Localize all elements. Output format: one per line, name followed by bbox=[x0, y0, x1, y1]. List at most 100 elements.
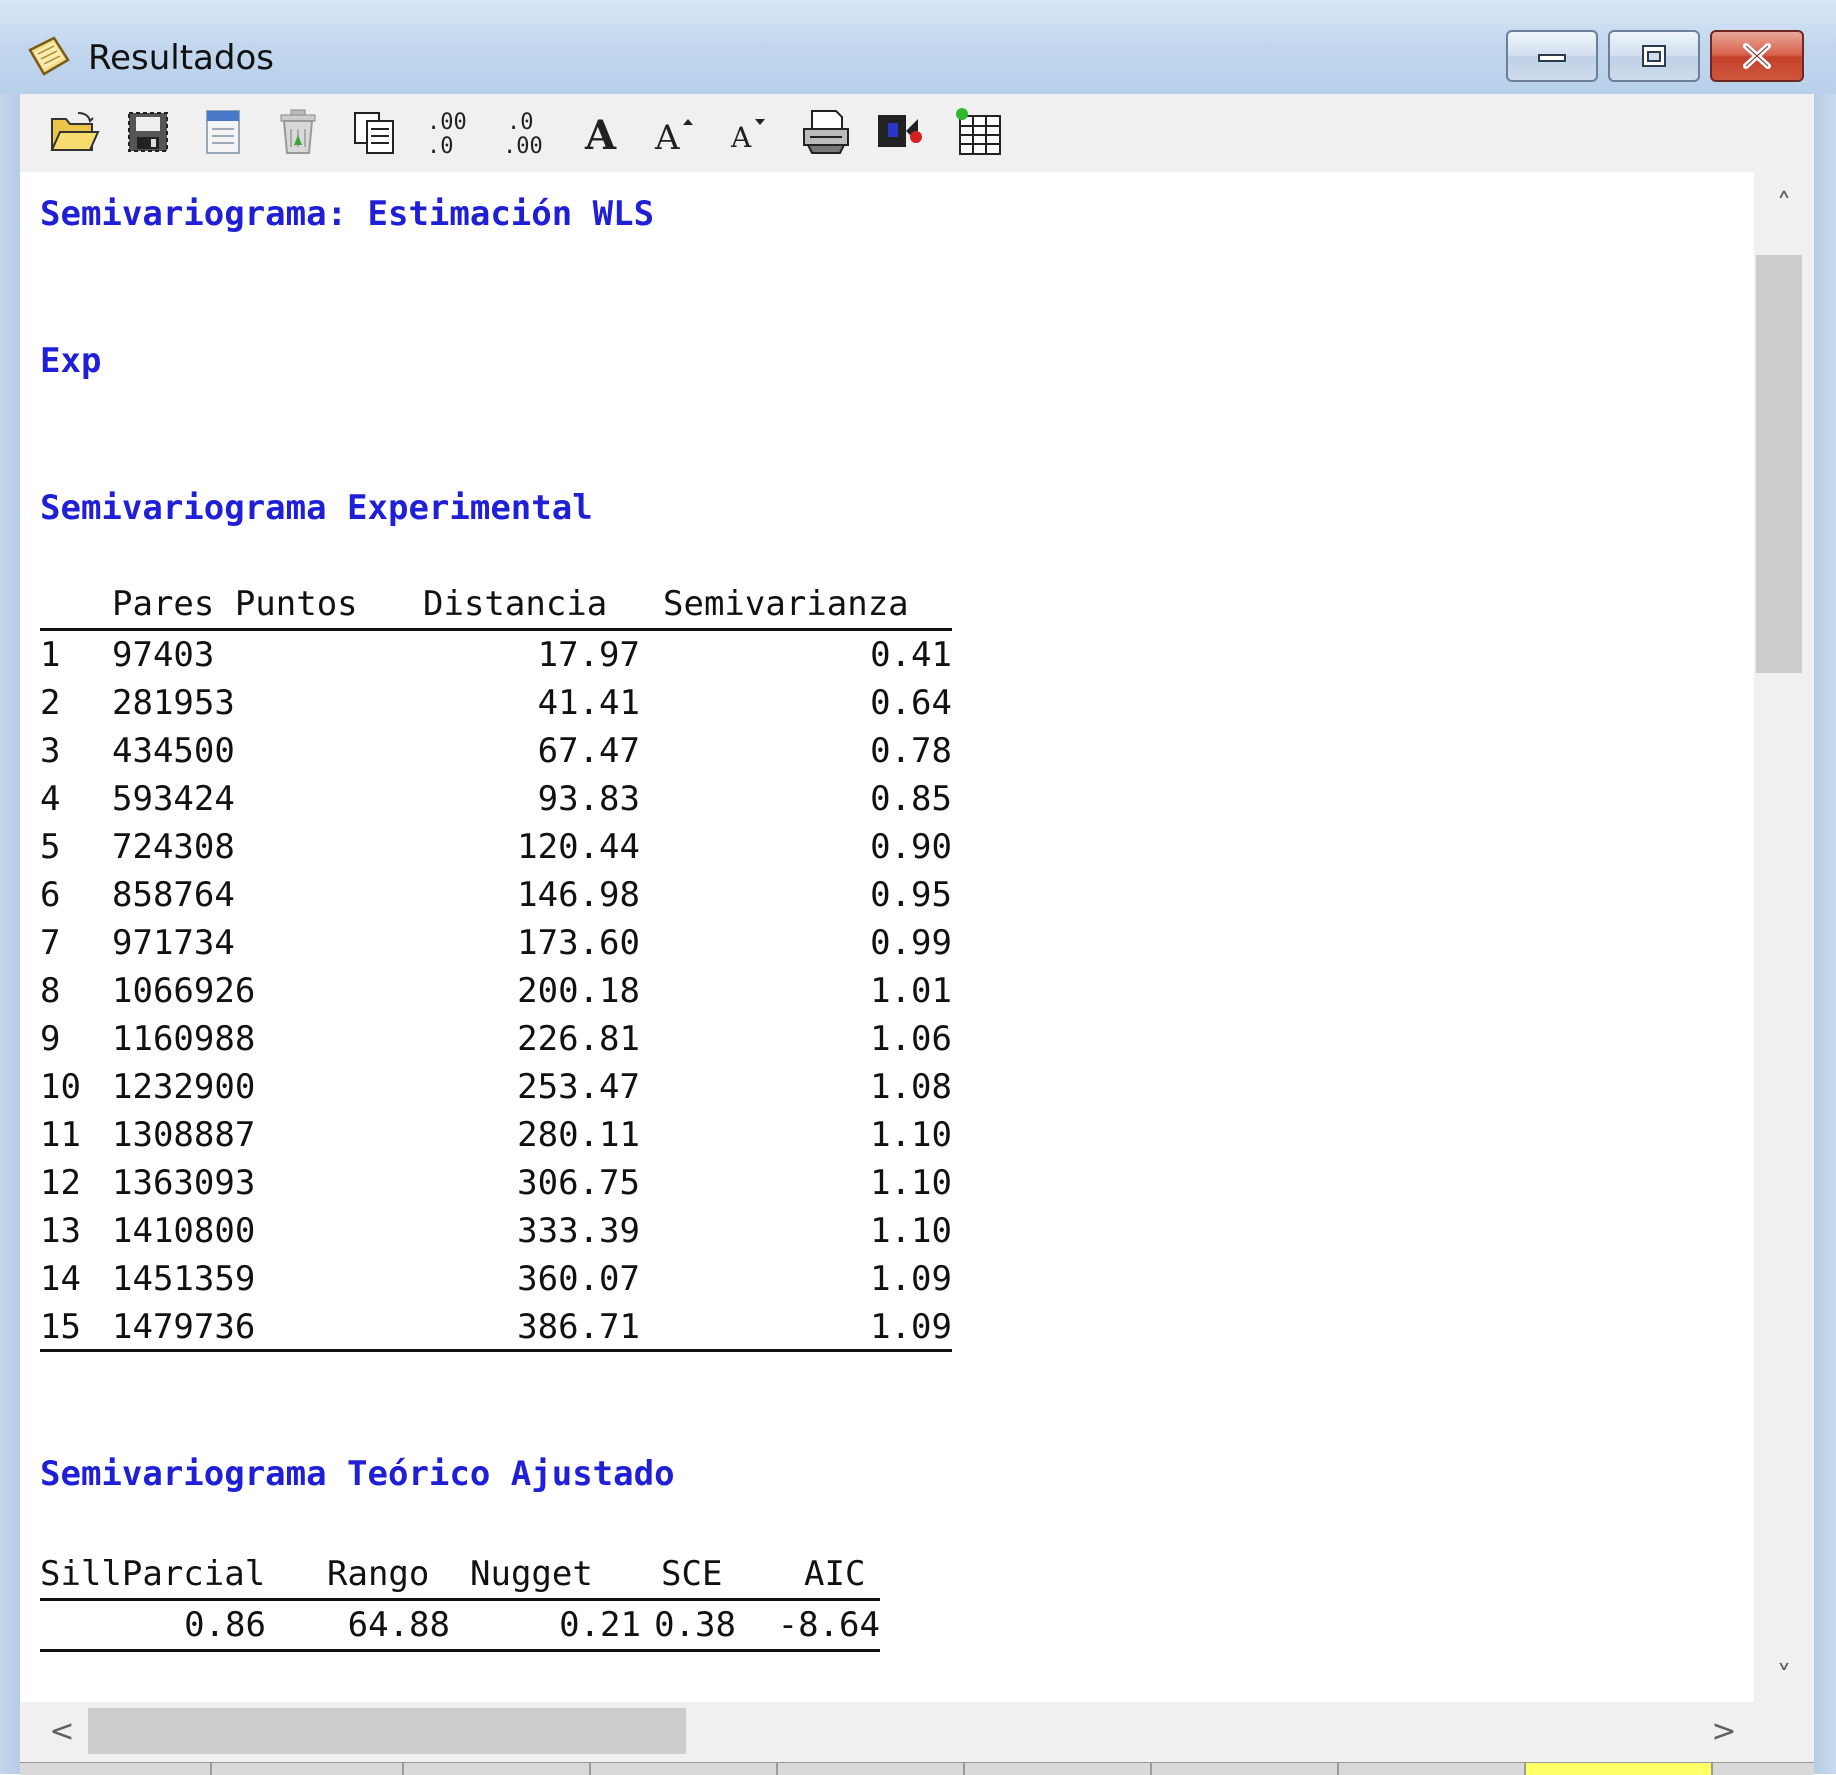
status-segment-highlight bbox=[1526, 1763, 1713, 1775]
table-row: 3 434500 67.47 0.78 bbox=[40, 727, 952, 775]
distance-cell: 146.98 bbox=[517, 875, 640, 915]
semivariance-cell: 0.95 bbox=[870, 875, 952, 915]
window-border-right bbox=[1814, 94, 1836, 1774]
column-header: Distancia bbox=[423, 584, 608, 624]
semivariance-cell: 1.10 bbox=[870, 1211, 952, 1251]
notepad-app-icon[interactable] bbox=[26, 34, 72, 80]
table-header-row: SillParcial Rango Nugget SCE AIC bbox=[40, 1550, 880, 1598]
maximize-icon bbox=[1642, 45, 1666, 67]
open-button[interactable] bbox=[46, 104, 102, 160]
horizontal-scroll-thumb[interactable] bbox=[88, 1708, 686, 1754]
maximize-button[interactable] bbox=[1608, 30, 1700, 82]
row-index: 13 bbox=[40, 1211, 81, 1251]
trash-icon bbox=[280, 109, 316, 154]
distance-cell: 306.75 bbox=[517, 1163, 640, 1203]
scroll-down-button[interactable]: ˅ bbox=[1754, 1652, 1814, 1702]
row-index: 15 bbox=[40, 1307, 81, 1347]
pairs-cell: 97403 bbox=[112, 635, 215, 675]
font-increase-button[interactable]: A bbox=[648, 104, 704, 160]
semivariance-cell: 0.99 bbox=[870, 923, 952, 963]
table-cell: 0.21 bbox=[559, 1605, 641, 1645]
table-row: 0.86 64.88 0.21 0.38 -8.64 bbox=[40, 1601, 880, 1649]
row-index: 8 bbox=[40, 971, 61, 1011]
font-decrease-button[interactable]: A bbox=[722, 104, 778, 160]
results-output-area[interactable]: Semivariograma: Estimación WLS Exp Semiv… bbox=[20, 172, 1754, 1702]
save-button[interactable] bbox=[120, 104, 176, 160]
pairs-cell: 971734 bbox=[112, 923, 235, 963]
table-row: 5 724308 120.44 0.90 bbox=[40, 823, 952, 871]
window-border-left bbox=[0, 94, 20, 1774]
close-button[interactable] bbox=[1710, 30, 1804, 82]
semivariance-cell: 0.90 bbox=[870, 827, 952, 867]
chevron-down-icon: ˅ bbox=[1776, 1659, 1792, 1695]
record-button[interactable] bbox=[872, 104, 928, 160]
bold-font-icon: A bbox=[584, 112, 617, 157]
increase-decimals-button[interactable]: .00 .0 bbox=[422, 104, 478, 160]
semivariance-cell: 0.64 bbox=[870, 683, 952, 723]
document-icon bbox=[206, 110, 240, 154]
svg-text:.0: .0 bbox=[427, 134, 454, 159]
vertical-scroll-thumb[interactable] bbox=[1756, 255, 1802, 673]
table-button[interactable] bbox=[950, 104, 1006, 160]
table-cell: -8.64 bbox=[777, 1605, 880, 1645]
document-button[interactable] bbox=[194, 104, 250, 160]
record-icon bbox=[878, 115, 922, 147]
print-button[interactable] bbox=[798, 104, 854, 160]
table-grid-icon bbox=[956, 108, 1001, 155]
chevron-up-icon: ˄ bbox=[1776, 187, 1792, 223]
column-header: SCE bbox=[661, 1554, 723, 1594]
table-row: 7 971734 173.60 0.99 bbox=[40, 919, 952, 967]
table-row: 12 1363093 306.75 1.10 bbox=[40, 1159, 952, 1207]
table-cell: 0.38 bbox=[654, 1605, 736, 1645]
row-index: 5 bbox=[40, 827, 61, 867]
pairs-cell: 281953 bbox=[112, 683, 235, 723]
pairs-cell: 593424 bbox=[112, 779, 235, 819]
chevron-right-icon: > bbox=[1711, 1713, 1737, 1749]
svg-text:A: A bbox=[584, 112, 617, 157]
column-header: Pares Puntos bbox=[112, 584, 358, 624]
status-segment bbox=[591, 1763, 778, 1775]
table-row: 9 1160988 226.81 1.06 bbox=[40, 1015, 952, 1063]
distance-cell: 360.07 bbox=[517, 1259, 640, 1299]
distance-cell: 253.47 bbox=[517, 1067, 640, 1107]
row-index: 2 bbox=[40, 683, 61, 723]
minimize-button[interactable] bbox=[1506, 30, 1598, 82]
scroll-right-button[interactable]: > bbox=[1702, 1708, 1746, 1754]
table-body: 1 97403 17.97 0.41 2 281953 41.41 0.64 3 434500 67… bbox=[40, 631, 952, 1351]
copy-icon bbox=[354, 112, 394, 154]
column-header: AIC bbox=[804, 1554, 866, 1594]
row-index: 11 bbox=[40, 1115, 81, 1155]
distance-cell: 173.60 bbox=[517, 923, 640, 963]
column-header: Semivarianza bbox=[663, 584, 909, 624]
table-row: 14 1451359 360.07 1.09 bbox=[40, 1255, 952, 1303]
semivariance-cell: 1.06 bbox=[870, 1019, 952, 1059]
distance-cell: 93.83 bbox=[537, 779, 640, 819]
scroll-up-button[interactable]: ˄ bbox=[1754, 180, 1814, 230]
status-segment bbox=[212, 1763, 404, 1775]
table-row: 4 593424 93.83 0.85 bbox=[40, 775, 952, 823]
minimize-icon bbox=[1538, 54, 1566, 62]
table-row: 13 1410800 333.39 1.10 bbox=[40, 1207, 952, 1255]
distance-cell: 226.81 bbox=[517, 1019, 640, 1059]
scroll-left-button[interactable]: < bbox=[40, 1708, 84, 1754]
semivariance-cell: 1.08 bbox=[870, 1067, 952, 1107]
increase-decimals-icon: .00 .0 bbox=[427, 110, 467, 159]
decrease-decimals-button[interactable]: .0 .00 bbox=[496, 104, 552, 160]
semivariance-cell: 0.78 bbox=[870, 731, 952, 771]
table-row: 11 1308887 280.11 1.10 bbox=[40, 1111, 952, 1159]
pairs-cell: 1232900 bbox=[112, 1067, 256, 1107]
status-segment bbox=[20, 1763, 212, 1775]
bold-font-button[interactable]: A bbox=[572, 104, 628, 160]
table-row: 2 281953 41.41 0.64 bbox=[40, 679, 952, 727]
semivariance-cell: 1.01 bbox=[870, 971, 952, 1011]
distance-cell: 280.11 bbox=[517, 1115, 640, 1155]
row-index: 14 bbox=[40, 1259, 81, 1299]
chevron-left-icon: < bbox=[49, 1713, 75, 1749]
save-icon bbox=[128, 112, 168, 152]
pairs-cell: 1066926 bbox=[112, 971, 256, 1011]
semivariance-cell: 1.10 bbox=[870, 1115, 952, 1155]
copy-button[interactable] bbox=[346, 104, 402, 160]
semivariance-cell: 1.09 bbox=[870, 1259, 952, 1299]
delete-button[interactable] bbox=[270, 104, 326, 160]
pairs-cell: 1451359 bbox=[112, 1259, 256, 1299]
